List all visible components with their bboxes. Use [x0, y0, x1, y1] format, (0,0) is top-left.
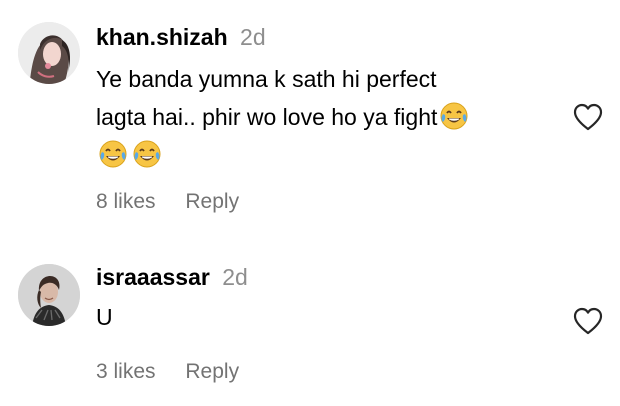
comment-item: israaassar 2d U 3 likes Reply	[0, 262, 620, 392]
likes-count[interactable]: 3 likes	[96, 360, 156, 383]
avatar[interactable]	[18, 264, 80, 326]
comment-actions: 3 likes Reply	[96, 360, 239, 384]
comment-actions: 8 likes Reply	[96, 190, 239, 214]
comment-text-segment: lagta hai.. phir wo love ho ya fight	[96, 104, 438, 130]
face-with-tears-of-joy-icon	[439, 101, 469, 131]
heart-outline-icon[interactable]	[572, 306, 604, 336]
likes-count[interactable]: 8 likes	[96, 190, 156, 213]
face-with-tears-of-joy-icon	[132, 139, 162, 169]
comment-item: khan.shizah 2d Ye banda yumna k sath hi …	[0, 22, 620, 222]
timestamp[interactable]: 2d	[240, 24, 266, 50]
comment-header: khan.shizah 2d	[96, 22, 556, 52]
comment-text-line: Ye banda yumna k sath hi perfect	[96, 66, 437, 92]
reply-button[interactable]: Reply	[185, 360, 239, 383]
emoji-row	[96, 136, 556, 174]
comment-text: U	[96, 304, 113, 330]
avatar[interactable]	[18, 22, 80, 84]
username[interactable]: khan.shizah	[96, 24, 228, 50]
face-with-tears-of-joy-icon	[98, 139, 128, 169]
timestamp[interactable]: 2d	[222, 264, 248, 290]
reply-button[interactable]: Reply	[185, 190, 239, 213]
comment-body: israaassar 2d U	[96, 262, 556, 336]
comment-header: israaassar 2d	[96, 262, 556, 292]
heart-outline-icon[interactable]	[572, 102, 604, 132]
username[interactable]: israaassar	[96, 264, 210, 290]
comment-text: Ye banda yumna k sath hi perfect lagta h…	[96, 60, 556, 174]
comment-body: khan.shizah 2d Ye banda yumna k sath hi …	[96, 22, 556, 174]
comment-text-line: lagta hai.. phir wo love ho ya fight	[96, 98, 556, 136]
